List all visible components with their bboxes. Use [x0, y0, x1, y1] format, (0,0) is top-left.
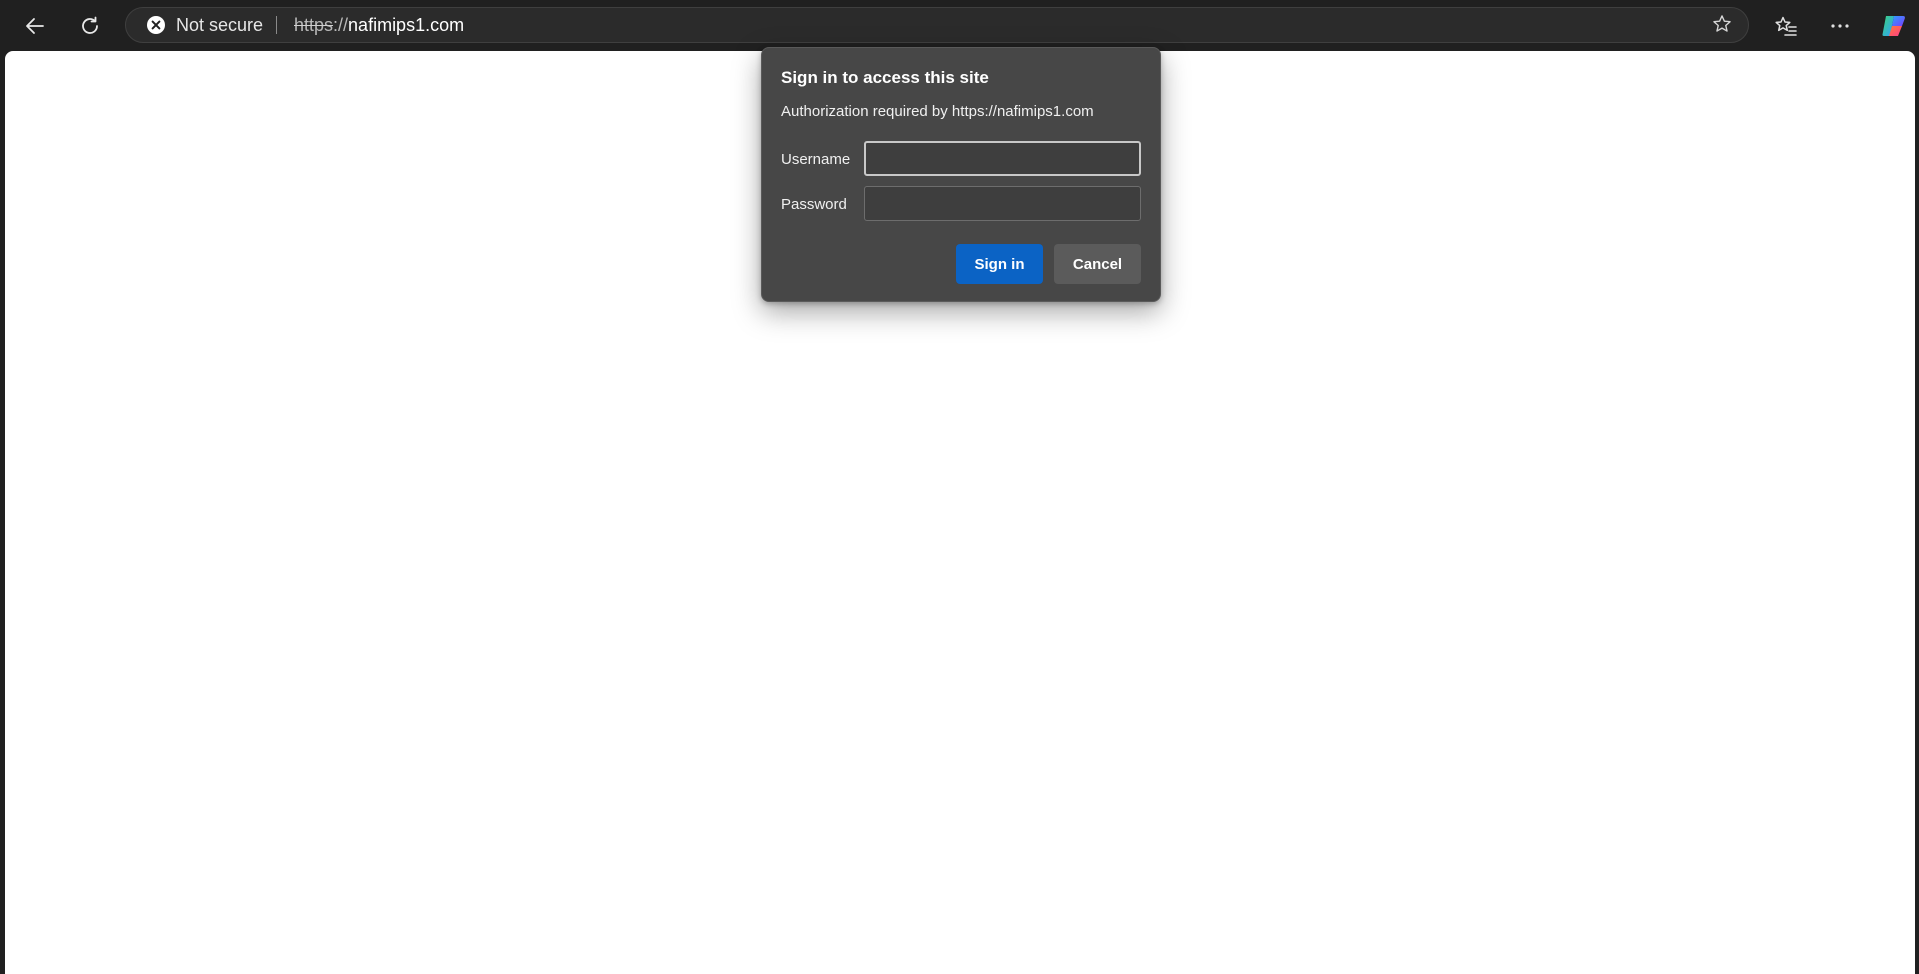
copilot-button[interactable]	[1876, 8, 1912, 44]
browser-toolbar: Not secure https://nafimips1.com	[0, 0, 1919, 51]
password-input[interactable]	[864, 186, 1141, 221]
more-horizontal-icon	[1828, 14, 1852, 38]
security-status-label: Not secure	[176, 14, 264, 35]
sign-in-button[interactable]: Sign in	[956, 244, 1043, 284]
dialog-subtitle: Authorization required by https://nafimi…	[781, 103, 1094, 120]
address-divider	[276, 16, 277, 34]
back-button[interactable]	[17, 8, 53, 44]
favorites-list-icon	[1774, 14, 1798, 38]
refresh-icon	[78, 14, 102, 38]
url-separator: ://	[333, 14, 349, 35]
refresh-button[interactable]	[72, 8, 108, 44]
address-bar[interactable]: Not secure https://nafimips1.com	[125, 7, 1749, 43]
copilot-icon	[1880, 12, 1908, 40]
username-input[interactable]	[864, 141, 1141, 176]
url-text[interactable]: https://nafimips1.com	[294, 8, 464, 42]
sign-in-dialog: Sign in to access this site Authorizatio…	[761, 47, 1161, 302]
settings-and-more-button[interactable]	[1822, 8, 1858, 44]
site-info-button[interactable]: Not secure	[146, 8, 263, 42]
not-secure-x-icon	[146, 15, 166, 35]
add-favorite-button[interactable]	[1708, 12, 1736, 40]
back-arrow-icon	[23, 14, 47, 38]
url-host: nafimips1.com	[348, 14, 465, 35]
add-favorite-star-icon	[1711, 13, 1733, 40]
dialog-title: Sign in to access this site	[781, 68, 989, 87]
username-label: Username	[781, 151, 851, 168]
url-scheme: https	[294, 14, 334, 35]
password-label: Password	[781, 196, 847, 213]
cancel-button[interactable]: Cancel	[1054, 244, 1141, 284]
favorites-button[interactable]	[1768, 8, 1804, 44]
